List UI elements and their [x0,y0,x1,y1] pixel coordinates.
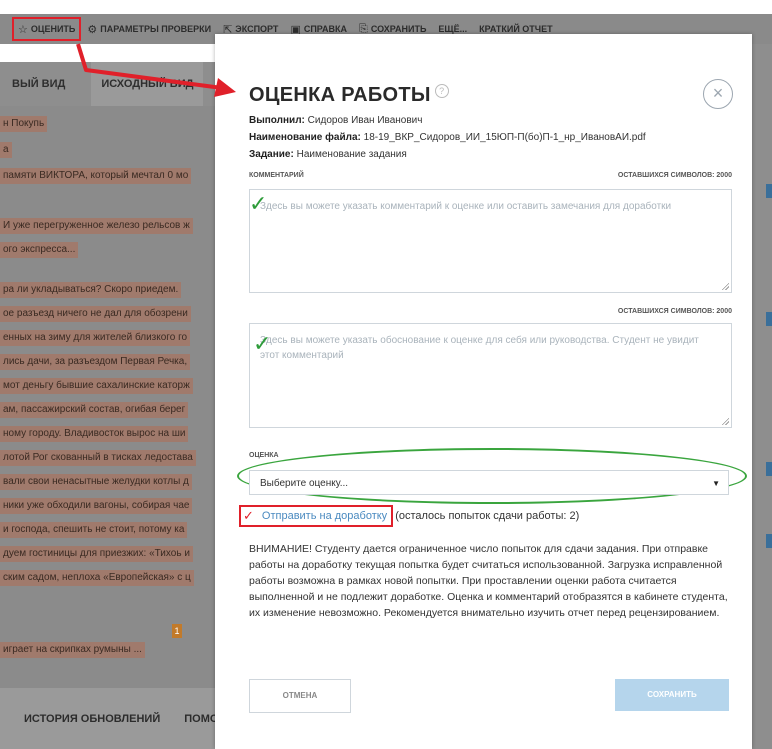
export-label: Экспорт [235,24,279,34]
doc-line: ским садом, неплоха «Европейская» с ц [0,570,194,586]
doc-line: памяти ВИКТОРА, который мечтал 0 мо [0,168,192,184]
send-for-revision-label[interactable]: Отправить на доработку [262,510,387,522]
comment-label: Комментарий [249,172,304,179]
tab-help[interactable]: Помо [160,713,218,725]
more-button[interactable]: Ещё... [432,24,473,34]
doc-line: ники уже обходили вагоны, собирая чае [0,498,193,514]
tab-update-history[interactable]: История обновлений [0,713,160,725]
more-label: Ещё... [438,24,468,34]
check-params-label: Параметры проверки [100,24,212,34]
doc-highlight-marker: 1 [172,624,182,638]
comment-textarea[interactable]: Здесь вы можете указать комментарий к оц… [249,189,732,293]
tab-source-view[interactable]: исходный вид [91,62,204,106]
grade-select[interactable]: Выберите оценку... ▼ [249,470,729,495]
attempts-left-text: (осталось попыток сдачи работы: 2) [395,510,580,522]
chars-left-counter: Оставшихся символов: 2000 [617,172,732,179]
dialog-title-text: ОЦЕНКА РАБОТЫ [249,84,431,106]
doc-line: лотой Рог скованный в тисках ледостава [0,450,196,466]
grade-label: Оценка [249,452,279,459]
red-check-annotation: ✓ [243,508,254,524]
doc-line: мот деньгу бывшие сахалинские каторж [0,378,193,394]
doc-line: енных на зиму для жителей близкого го [0,330,191,346]
short-report-button[interactable]: Краткий отчет [473,24,559,34]
doc-line: дуем гостиницы для приезжих: «Тихоь и [0,546,193,562]
doc-line: ра ли укладываться? Скоро приедем. [0,282,182,298]
filename-line: Наименование файла: 18-19_ВКР_Сидоров_ИИ… [249,132,646,143]
tab-view[interactable]: вый вид [0,78,77,90]
rate-button[interactable]: ☆ Оценить [12,17,82,41]
dialog-title: ОЦЕНКА РАБОТЫ? [249,84,449,107]
view-tabs: вый вид исходный вид [0,62,215,106]
document-background: н Покупь а памяти ВИКТОРА, который мечта… [0,106,215,688]
help-circle-icon[interactable]: ? [434,84,449,98]
right-marker [766,312,772,326]
doc-line: и господа, спешить не стоит, потому ка [0,522,188,538]
doc-line: ого экспресса... [0,242,79,258]
doc-line: ое разъезд ничего не дал для обозрени [0,306,191,322]
help-label: Справка [303,24,348,34]
rate-button-label: Оценить [30,24,76,34]
right-marker [766,184,772,198]
task-value: Наименование задания [296,149,407,160]
doc-line: ам, пассажирский состав, огибая берег [0,402,189,418]
filename-value: 18-19_ВКР_Сидоров_ИИ_15ЮП-П(бо)П-1_нр_Ив… [363,132,646,143]
doc-line: лись дачи, за разъездом Первая Речка, [0,354,191,370]
gear-icon: ⚙ [87,23,98,36]
grade-select-value: Выберите оценку... [260,478,349,489]
save-toolbar-label: Сохранить [370,24,427,34]
short-report-label: Краткий отчет [479,24,553,34]
warning-text: ВНИМАНИЕ! Студенту дается ограниченное ч… [249,543,728,619]
task-line: Задание: Наименование задания [249,149,407,160]
justification-placeholder: Здесь вы можете указать обоснование к оц… [260,335,699,361]
green-check-annotation: ✓ [253,332,272,357]
performer-label: Выполнил: [249,115,305,126]
doc-line: ному городу. Владивосток вырос на ши [0,426,189,442]
doc-line: играет на скрипках румыны ... [0,642,145,658]
doc-line: а [0,142,12,158]
green-check-annotation: ✓ [249,192,268,217]
send-for-revision-toggle[interactable]: ✓ Отправить на доработку [239,505,394,527]
right-marker [766,462,772,476]
grade-dialog: ОЦЕНКА РАБОТЫ? × Выполнил: Сидоров Иван … [215,34,752,749]
performer-line: Выполнил: Сидоров Иван Иванович [249,115,422,126]
resize-handle-icon[interactable] [721,417,729,425]
chars-left-counter-2: Оставшихся символов: 2000 [617,308,732,315]
performer-value: Сидоров Иван Иванович [307,115,423,126]
top-strip [0,0,772,14]
right-background [752,44,772,749]
star-icon: ☆ [18,23,28,36]
cancel-button[interactable]: Отмена [249,679,351,713]
close-icon[interactable]: × [703,79,733,109]
task-label: Задание: [249,149,294,160]
doc-line: И уже перегруженное железо рельсов ж [0,218,193,234]
check-params-button[interactable]: ⚙ Параметры проверки [81,23,217,36]
right-marker [766,534,772,548]
resize-handle-icon[interactable] [721,282,729,290]
send-for-revision-row: ✓ Отправить на доработку (осталось попыт… [239,505,579,527]
dropdown-arrow-icon: ▼ [712,479,720,488]
filename-label: Наименование файла: [249,132,361,143]
doc-line: н Покупь [0,116,48,132]
justification-textarea[interactable]: Здесь вы можете указать обоснование к оц… [249,323,732,428]
doc-line: вали свои ненасытные желудки котлы д [0,474,192,490]
comment-placeholder: Здесь вы можете указать комментарий к оц… [260,201,672,212]
bottom-tabs: История обновлений Помо [0,688,218,749]
save-button[interactable]: Сохранить [615,679,729,711]
